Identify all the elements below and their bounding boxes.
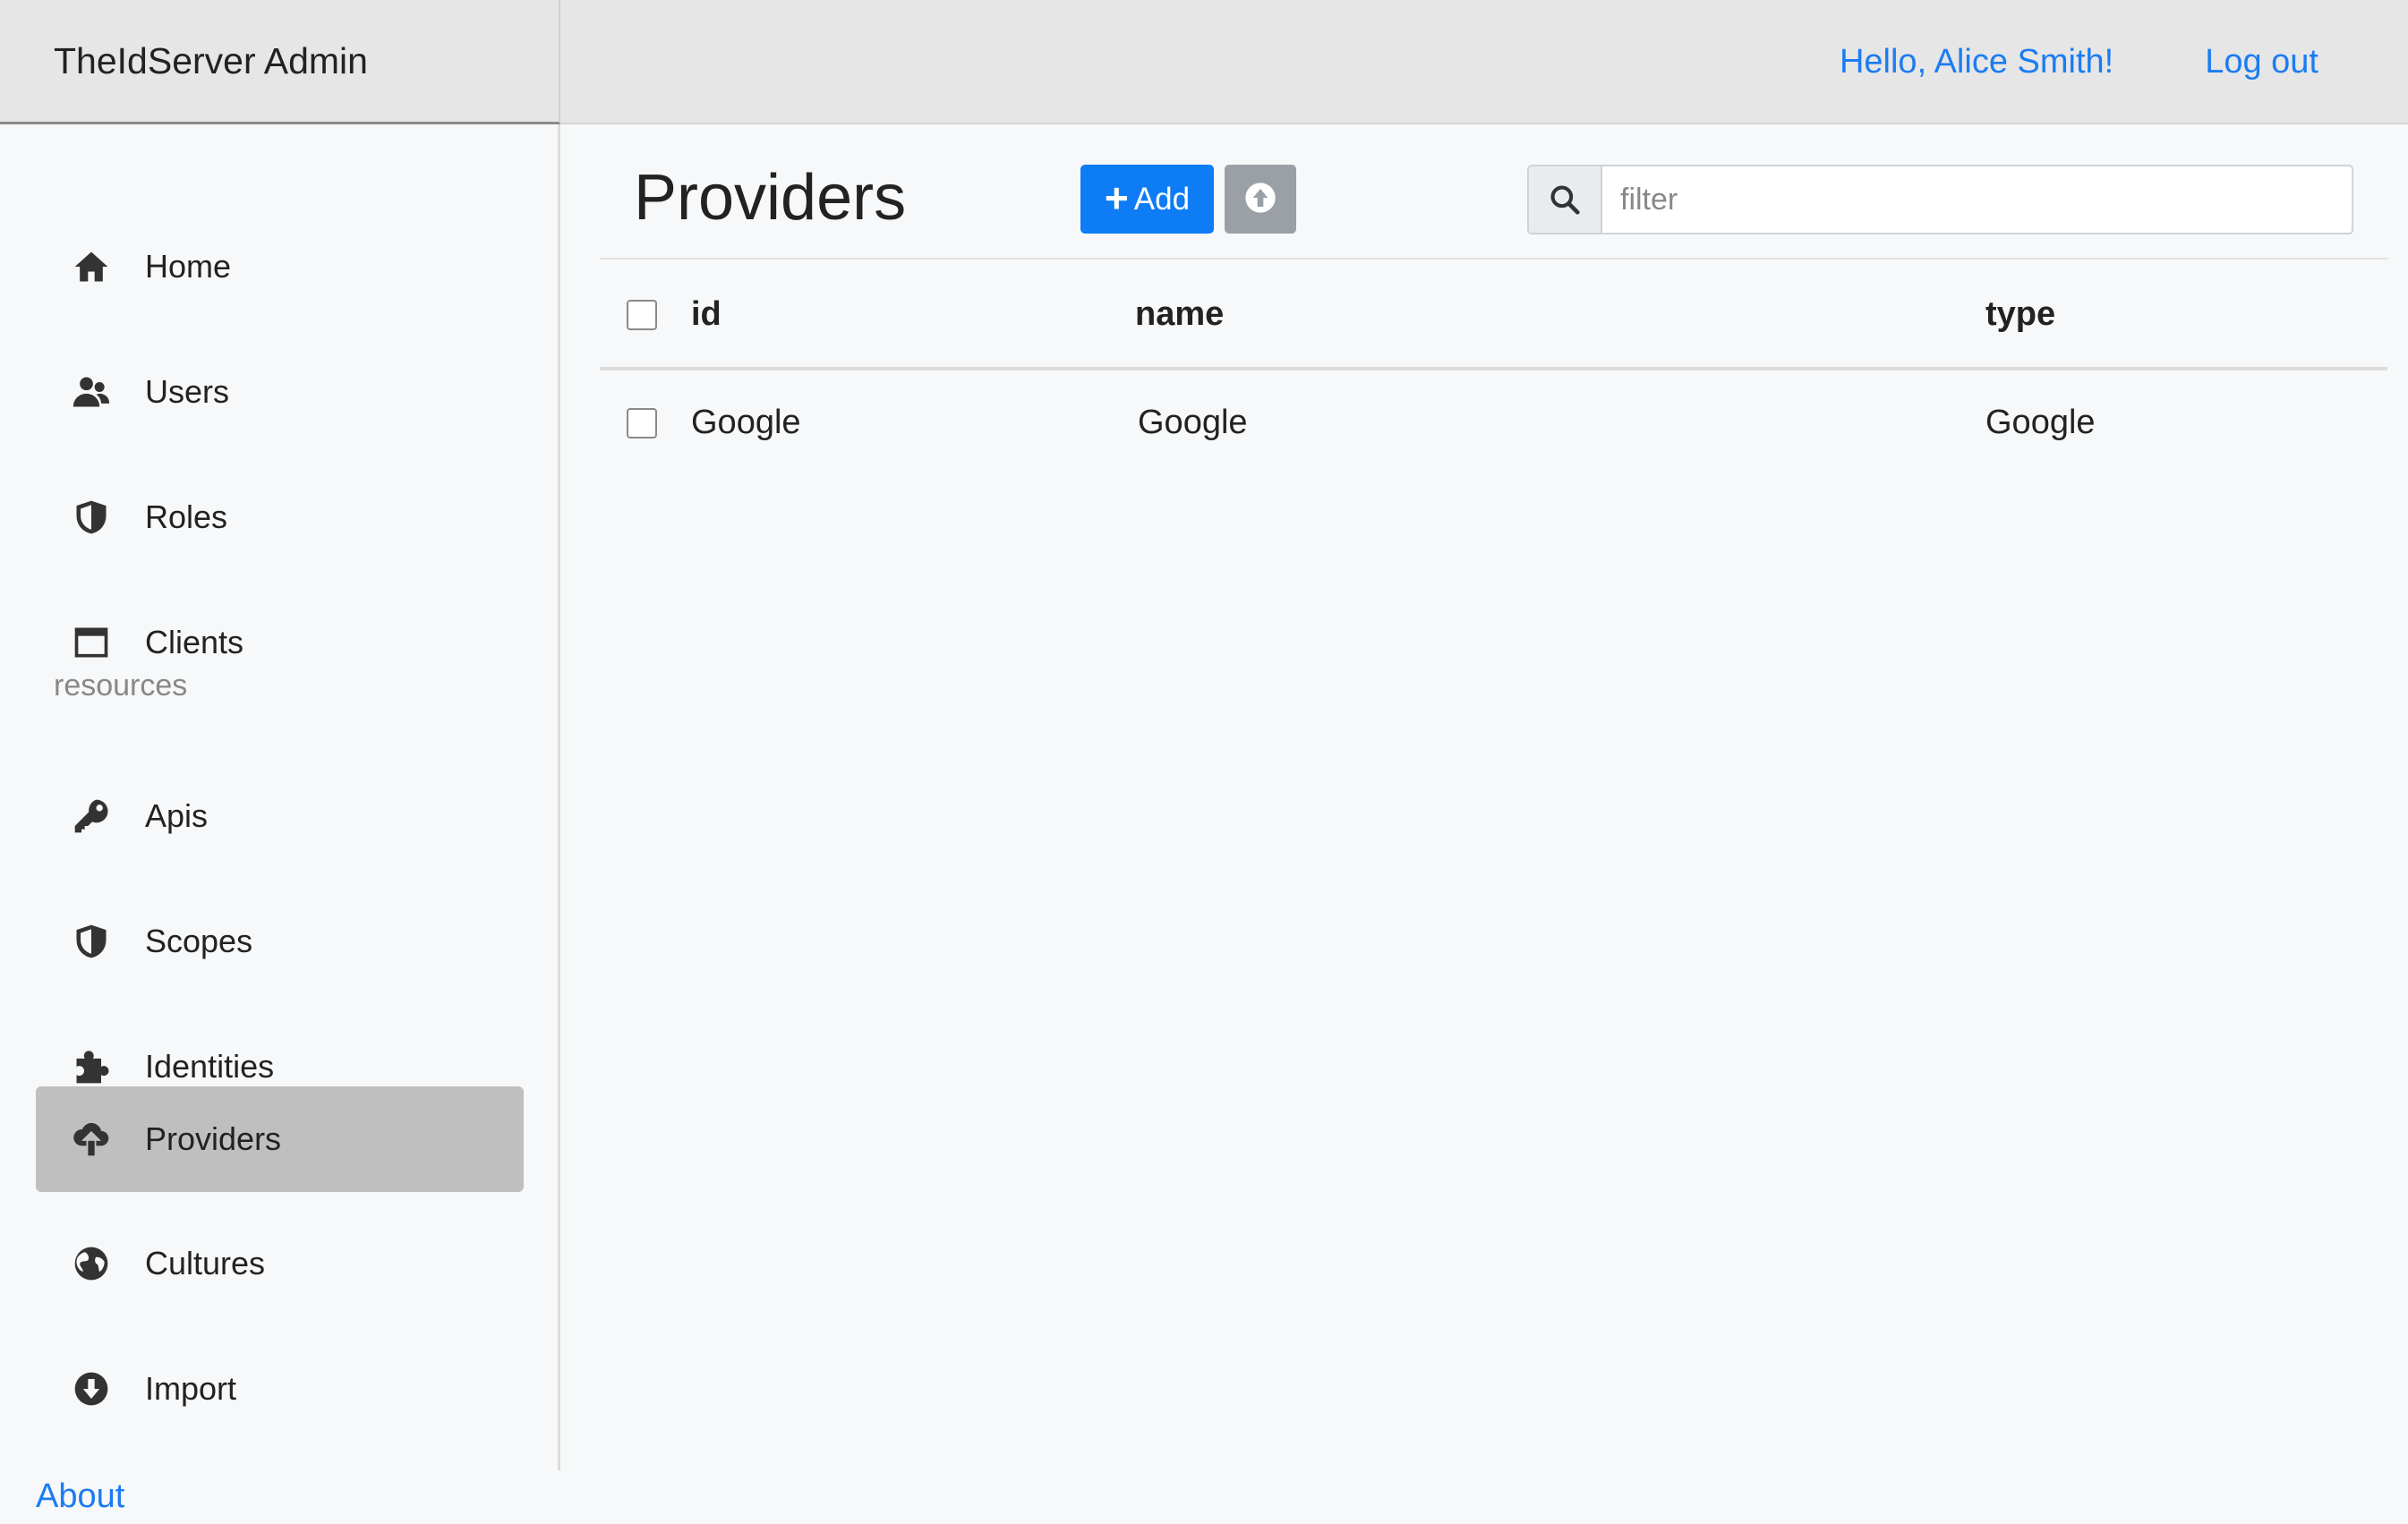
arrow-circle-up-icon xyxy=(1242,180,1278,218)
home-icon xyxy=(70,245,113,288)
sidebar-item-label: Cultures xyxy=(145,1245,266,1281)
globe-icon xyxy=(70,1242,113,1285)
sidebar: Home Users Roles Clients resources Apis … xyxy=(0,124,560,1470)
sidebar-item-label: Clients xyxy=(145,624,244,660)
header-links: Hello, Alice Smith! Log out xyxy=(1840,0,2318,124)
search-icon xyxy=(1529,166,1602,233)
cell-name: Google xyxy=(1138,404,1248,441)
header-divider xyxy=(560,123,2408,124)
sidebar-item-providers[interactable]: Providers xyxy=(36,1086,524,1192)
top-bar: TheIdServer Admin Hello, Alice Smith! Lo… xyxy=(0,0,2408,124)
sidebar-item-roles[interactable]: Roles xyxy=(36,464,524,570)
shield-icon xyxy=(70,496,113,539)
row-checkbox[interactable] xyxy=(627,408,657,438)
cell-id[interactable]: Google xyxy=(691,404,801,442)
column-header-id[interactable]: id xyxy=(691,295,722,334)
sidebar-item-label: Scopes xyxy=(145,923,253,959)
upload-button[interactable] xyxy=(1225,165,1296,234)
shield-icon xyxy=(70,920,113,963)
about-link[interactable]: About xyxy=(36,1477,124,1516)
window-icon xyxy=(70,621,113,664)
app-brand[interactable]: TheIdServer Admin xyxy=(0,0,560,124)
users-icon xyxy=(70,370,113,413)
sidebar-section-label: resources xyxy=(54,668,188,702)
sidebar-item-home[interactable]: Home xyxy=(36,214,524,319)
sidebar-item-cultures[interactable]: Cultures xyxy=(36,1211,524,1316)
add-provider-button[interactable]: + Add xyxy=(1080,165,1214,234)
select-all-checkbox[interactable] xyxy=(627,300,657,330)
sidebar-item-apis[interactable]: Apis xyxy=(36,763,524,869)
sidebar-item-label: Providers xyxy=(145,1120,282,1157)
cell-type: Google xyxy=(1985,404,2096,441)
logout-link[interactable]: Log out xyxy=(2205,43,2318,81)
cloud-upload-icon xyxy=(70,1118,113,1161)
add-button-label: Add xyxy=(1133,181,1191,217)
column-header-type[interactable]: type xyxy=(1985,295,2055,334)
arrow-circle-down-icon xyxy=(70,1367,113,1410)
sidebar-item-import[interactable]: Import xyxy=(36,1336,524,1442)
key-icon xyxy=(70,795,113,838)
search-input[interactable] xyxy=(1602,166,2352,233)
sidebar-item-label: Home xyxy=(145,248,232,285)
plus-icon: + xyxy=(1104,174,1129,221)
sidebar-item-label: Roles xyxy=(145,498,228,535)
column-header-name[interactable]: name xyxy=(1135,295,1224,334)
search-group xyxy=(1527,165,2353,234)
sidebar-item-users[interactable]: Users xyxy=(36,339,524,445)
sidebar-item-label: Identities xyxy=(145,1048,275,1085)
sidebar-item-label: Apis xyxy=(145,797,209,834)
table-header-row: id name type xyxy=(600,260,2387,370)
puzzle-icon xyxy=(70,1045,113,1088)
table-row[interactable]: Google Google Google xyxy=(600,370,2387,476)
sidebar-item-label: Import xyxy=(145,1370,237,1407)
sidebar-item-label: Users xyxy=(145,373,230,410)
sidebar-item-scopes[interactable]: Scopes xyxy=(36,889,524,994)
user-greeting-link[interactable]: Hello, Alice Smith! xyxy=(1840,43,2113,81)
page-title: Providers xyxy=(634,162,907,234)
